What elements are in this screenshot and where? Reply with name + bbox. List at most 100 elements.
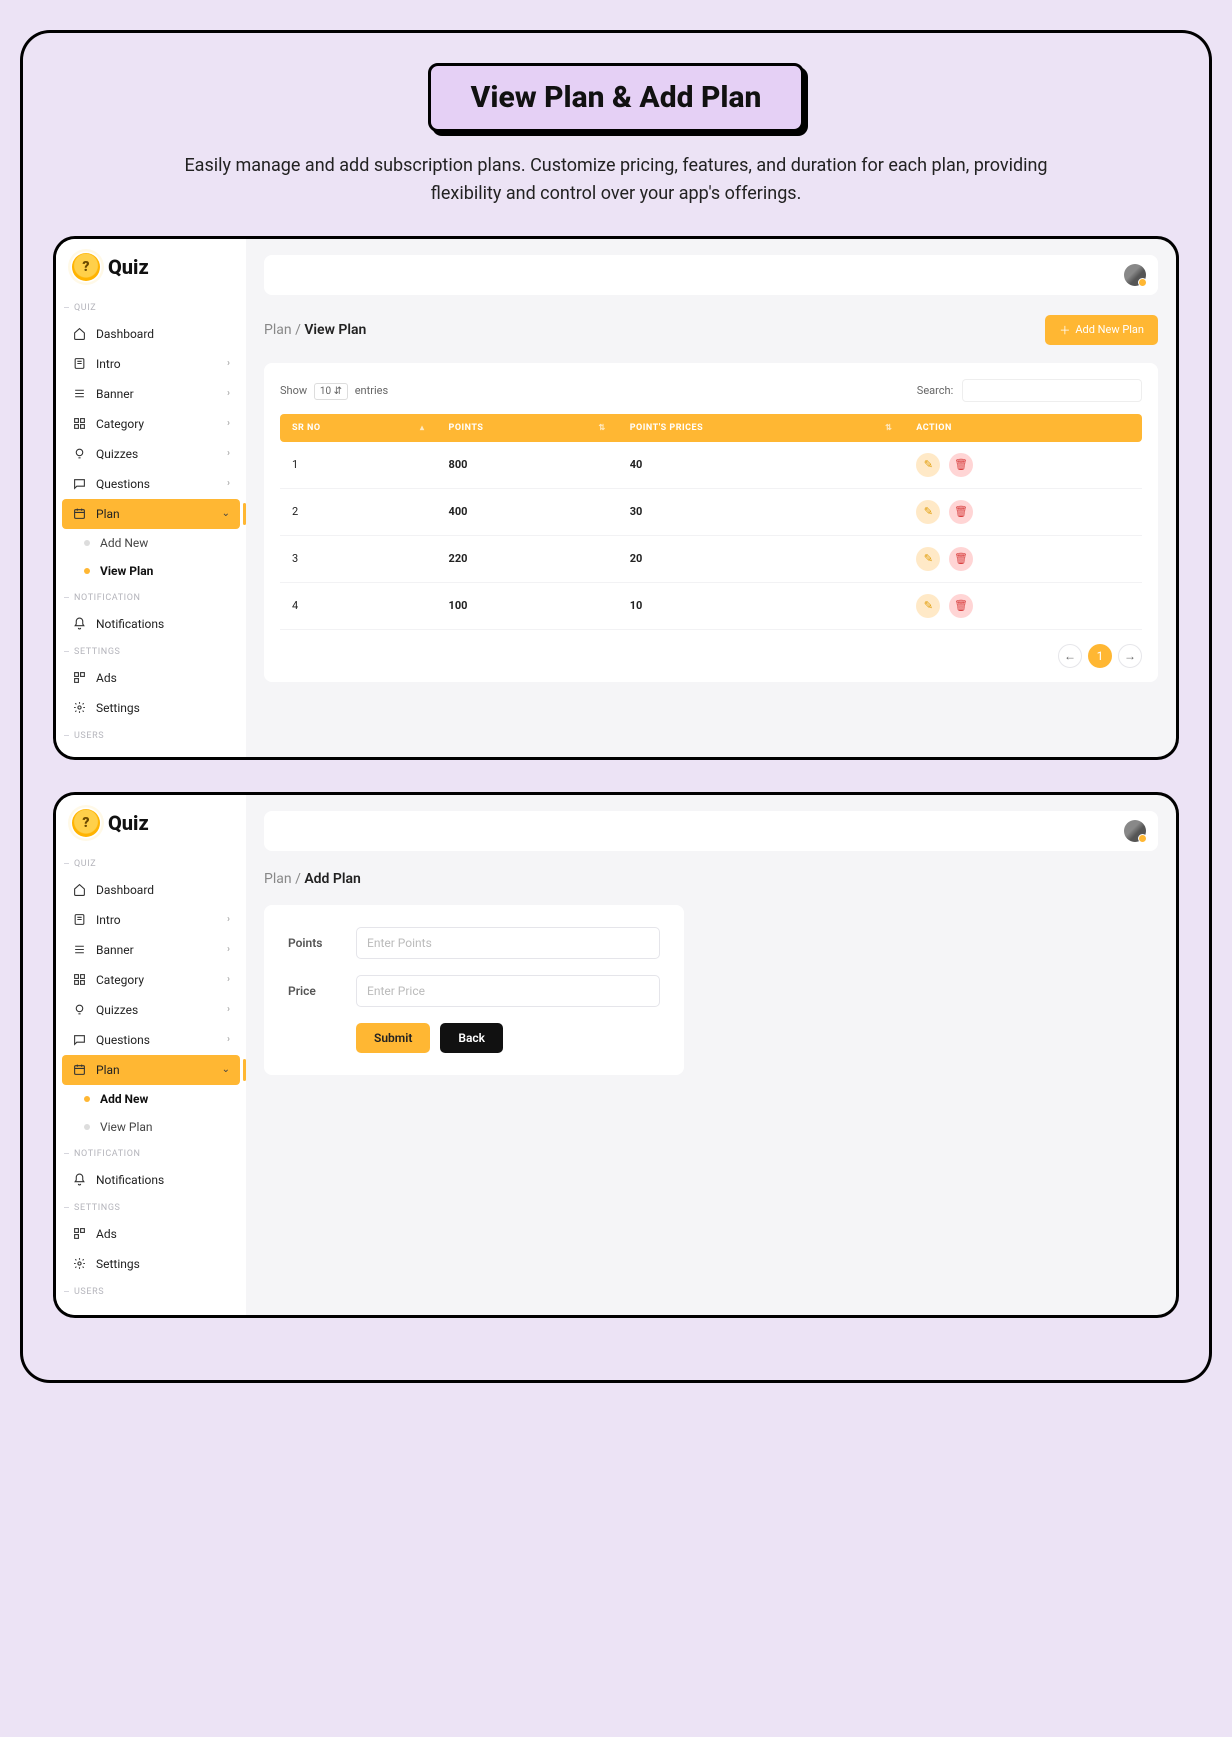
chevron-down-icon: ⌄ [222, 508, 230, 519]
col-prices[interactable]: POINT'S PRICES⇅ [618, 414, 905, 442]
hero-title: View Plan & Add Plan [428, 63, 805, 132]
avatar[interactable] [1124, 264, 1146, 286]
sidebar-item-settings[interactable]: Settings [56, 1249, 246, 1279]
table-row: 3 220 20 ✎ 🗑 [280, 535, 1142, 582]
breadcrumb-root[interactable]: Plan [264, 871, 292, 887]
search-control: Search: [917, 379, 1142, 402]
sidebar-item-notifications[interactable]: Notifications [56, 1165, 246, 1195]
bulb-small-icon [72, 1003, 86, 1017]
brand-logo[interactable]: ? Quiz [56, 253, 246, 295]
section-notification: NOTIFICATION [56, 1141, 246, 1165]
breadcrumb: Plan / Add Plan [264, 871, 361, 887]
brand-logo[interactable]: ? Quiz [56, 809, 246, 851]
sidebar-item-banner[interactable]: Banner › [56, 935, 246, 965]
edit-button[interactable]: ✎ [916, 594, 940, 618]
sidebar-item-label: Plan [96, 1063, 120, 1077]
cell-price: 20 [618, 535, 905, 582]
add-new-plan-button[interactable]: ＋ Add New Plan [1045, 315, 1158, 345]
main-content: Plan / View Plan ＋ Add New Plan Show 10 … [246, 239, 1176, 757]
edit-button[interactable]: ✎ [916, 547, 940, 571]
home-icon [72, 883, 86, 897]
delete-button[interactable]: 🗑 [949, 594, 973, 618]
sidebar-item-label: Intro [96, 357, 121, 371]
sidebar-item-label: Settings [96, 1257, 140, 1271]
add-plan-form: Points Price Submit Back [264, 905, 684, 1075]
breadcrumb-root[interactable]: Plan [264, 322, 292, 338]
sidebar: ? Quiz QUIZ Dashboard Intro › Banner › C… [56, 239, 246, 757]
cell-points: 400 [437, 488, 618, 535]
sidebar-item-label: Notifications [96, 1173, 164, 1187]
sidebar-item-dashboard[interactable]: Dashboard [56, 875, 246, 905]
bulb-icon: ? [72, 809, 100, 837]
sidebar-item-label: Questions [96, 477, 150, 491]
back-button[interactable]: Back [440, 1023, 503, 1053]
sidebar-item-plan[interactable]: Plan ⌄ [62, 1055, 240, 1085]
chevron-right-icon: › [227, 448, 230, 459]
sidebar-item-category[interactable]: Category › [56, 965, 246, 995]
pencil-icon: ✎ [924, 505, 933, 518]
sidebar-item-label: Notifications [96, 617, 164, 631]
sidebar-sub-view-plan[interactable]: View Plan [56, 557, 246, 585]
breadcrumb-current: Add Plan [304, 871, 361, 887]
bulb-icon: ? [72, 253, 100, 281]
bell-icon [72, 617, 86, 631]
table-row: 1 800 40 ✎ 🗑 [280, 442, 1142, 489]
sidebar-sub-add-new[interactable]: Add New [56, 1085, 246, 1113]
table-row: 2 400 30 ✎ 🗑 [280, 488, 1142, 535]
chevron-down-icon: ⌄ [222, 1064, 230, 1075]
page-prev-button[interactable]: ← [1058, 644, 1082, 668]
sidebar-item-intro[interactable]: Intro › [56, 905, 246, 935]
sidebar-item-questions[interactable]: Questions › [56, 469, 246, 499]
sidebar-item-category[interactable]: Category › [56, 409, 246, 439]
avatar[interactable] [1124, 820, 1146, 842]
delete-button[interactable]: 🗑 [949, 500, 973, 524]
chat-icon [72, 1033, 86, 1047]
chat-icon [72, 477, 86, 491]
chevron-right-icon: › [227, 478, 230, 489]
sidebar-item-banner[interactable]: Banner › [56, 379, 246, 409]
col-sr[interactable]: SR NO▴ [280, 414, 437, 442]
sidebar-item-label: Dashboard [96, 327, 154, 341]
sidebar-item-questions[interactable]: Questions › [56, 1025, 246, 1055]
sidebar-item-label: Plan [96, 507, 120, 521]
sidebar-sub-view-plan[interactable]: View Plan [56, 1113, 246, 1141]
col-action: ACTION [904, 414, 1142, 442]
plus-icon: ＋ [1059, 322, 1070, 338]
sidebar-item-quizzes[interactable]: Quizzes › [56, 995, 246, 1025]
sidebar-item-intro[interactable]: Intro › [56, 349, 246, 379]
sidebar-item-dashboard[interactable]: Dashboard [56, 319, 246, 349]
page-next-button[interactable]: → [1118, 644, 1142, 668]
cell-sr: 2 [280, 488, 437, 535]
sort-icon: ⇅ [599, 423, 606, 432]
sidebar-item-quizzes[interactable]: Quizzes › [56, 439, 246, 469]
sidebar-item-settings[interactable]: Settings [56, 693, 246, 723]
edit-button[interactable]: ✎ [916, 453, 940, 477]
sidebar-item-plan[interactable]: Plan ⌄ [62, 499, 240, 529]
trash-icon: 🗑 [954, 505, 968, 518]
search-input[interactable] [962, 379, 1142, 402]
delete-button[interactable]: 🗑 [949, 453, 973, 477]
sidebar-item-ads[interactable]: Ads [56, 1219, 246, 1249]
delete-button[interactable]: 🗑 [949, 547, 973, 571]
sidebar: ? Quiz QUIZ Dashboard Intro › Banner › C… [56, 795, 246, 1315]
submit-button[interactable]: Submit [356, 1023, 430, 1053]
button-label: Add New Plan [1075, 323, 1144, 336]
page-number-button[interactable]: 1 [1088, 644, 1112, 668]
trash-icon: 🗑 [954, 552, 968, 565]
price-input[interactable] [356, 975, 660, 1007]
topbar [264, 811, 1158, 851]
sidebar-item-notifications[interactable]: Notifications [56, 609, 246, 639]
sidebar-sub-add-new[interactable]: Add New [56, 529, 246, 557]
points-input[interactable] [356, 927, 660, 959]
cell-points: 100 [437, 582, 618, 629]
bell-icon [72, 1173, 86, 1187]
edit-button[interactable]: ✎ [916, 500, 940, 524]
calendar-icon [72, 1063, 86, 1077]
cell-sr: 3 [280, 535, 437, 582]
col-points[interactable]: POINTS⇅ [437, 414, 618, 442]
entries-select[interactable]: 10 ⇵ [314, 383, 348, 400]
section-settings: SETTINGS [56, 639, 246, 663]
sidebar-item-ads[interactable]: Ads [56, 663, 246, 693]
sidebar-item-label: Banner [96, 943, 134, 957]
section-users: USERS [56, 723, 246, 747]
